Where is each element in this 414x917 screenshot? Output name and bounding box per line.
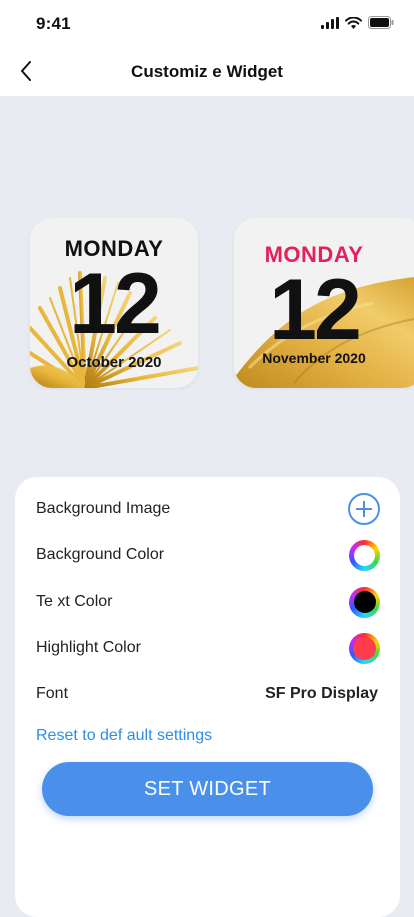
font-row[interactable]: Font SF Pro Display [36,674,378,714]
widget-month: November 2020 [262,350,366,366]
highlight-color-row[interactable]: Highlight Color [36,628,380,668]
font-value: SF Pro Display [265,685,378,702]
background-color-swatch[interactable] [349,539,380,571]
widget-date: 12 [69,256,162,352]
widget-preview-1[interactable]: MONDAY 12 October 2020 [30,218,198,388]
page-title: Customiz e Widget [131,62,283,81]
highlight-color-swatch[interactable] [349,632,380,664]
add-circle-icon[interactable] [348,493,380,525]
status-bar: 9:41 [0,0,414,48]
battery-icon [368,16,394,29]
widget-carousel[interactable]: MONDAY 12 October 2020 MONDAY 12 Novembe… [0,218,414,390]
widget-date: 12 [269,262,362,358]
reset-defaults-link[interactable]: Reset to def ault settings [36,727,212,745]
settings-panel: Background Image Background Color Te xt … [15,477,400,917]
background-color-label: Background Color [36,546,165,563]
text-color-row[interactable]: Te xt Color [36,582,380,622]
status-time: 9:41 [36,14,71,33]
widget-month: October 2020 [66,354,162,371]
background-color-row[interactable]: Background Color [36,535,380,575]
status-icons [321,16,394,29]
cellular-signal-icon [321,16,339,29]
set-widget-button[interactable]: SET WIDGET [42,762,373,816]
widget-preview-2[interactable]: MONDAY 12 November 2020 [234,218,414,388]
text-color-label: Te xt Color [36,593,113,610]
text-color-swatch[interactable] [349,586,380,618]
wifi-icon [345,16,362,29]
highlight-color-label: Highlight Color [36,639,141,656]
font-label: Font [36,685,69,702]
nav-bar: Customiz e Widget [0,48,414,96]
background-image-row[interactable]: Background Image [36,489,380,529]
background-image-label: Background Image [36,500,171,517]
